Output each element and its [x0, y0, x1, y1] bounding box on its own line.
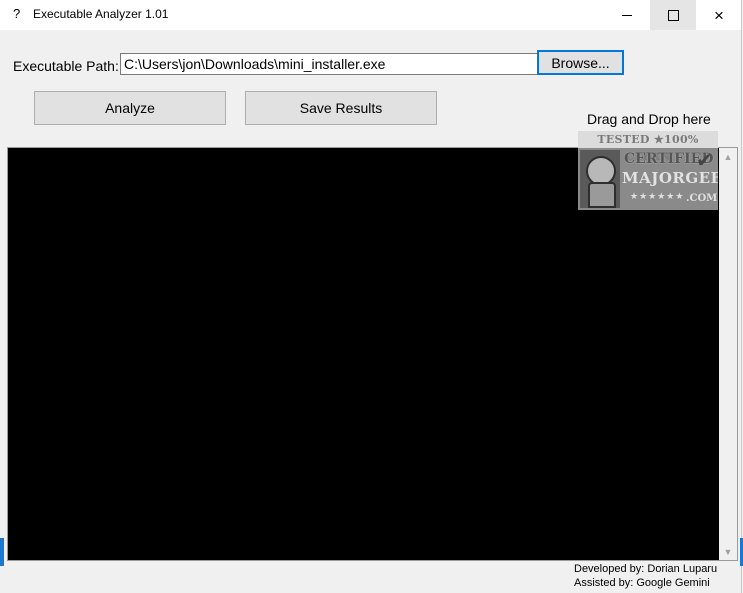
developer-credit: Developed by: Dorian Luparu: [574, 563, 718, 575]
scroll-down-icon[interactable]: ▼: [719, 543, 737, 560]
analyze-button[interactable]: Analyze: [34, 91, 226, 125]
executable-path-input[interactable]: [120, 53, 538, 75]
minimize-button[interactable]: [604, 0, 650, 30]
browse-button[interactable]: Browse...: [537, 50, 624, 75]
drag-drop-label: Drag and Drop here: [587, 111, 711, 127]
vertical-scrollbar[interactable]: ▲ ▼: [719, 148, 737, 560]
taskbar-edge-left: [0, 538, 4, 566]
minimize-icon: [622, 14, 632, 16]
badge-domain: .COM: [686, 193, 718, 204]
maximize-button[interactable]: [650, 0, 696, 30]
title-bar[interactable]: ? Executable Analyzer 1.01 ×: [0, 0, 741, 30]
mascot-icon: [580, 150, 620, 208]
majorgeeks-badge: TESTED ★100% CLEAN CERTIFIED ✔ MAJORGEEK…: [578, 131, 718, 210]
maximize-icon: [667, 9, 679, 21]
close-button[interactable]: ×: [696, 0, 742, 30]
app-window: ? Executable Analyzer 1.01 × Executable …: [0, 0, 742, 593]
scroll-up-icon[interactable]: ▲: [719, 148, 737, 165]
badge-name: MAJORGEEKS: [622, 169, 718, 187]
save-results-button[interactable]: Save Results: [245, 91, 437, 125]
executable-path-label: Executable Path:: [13, 58, 119, 74]
badge-tested-clean: TESTED ★100% CLEAN: [578, 131, 718, 163]
assistant-credit: Assisted by: Google Gemini: [574, 577, 710, 589]
app-icon: ?: [13, 6, 21, 21]
badge-stars: ★★★★★★: [630, 191, 685, 201]
window-title: Executable Analyzer 1.01: [33, 7, 169, 21]
close-icon: ×: [714, 5, 724, 25]
